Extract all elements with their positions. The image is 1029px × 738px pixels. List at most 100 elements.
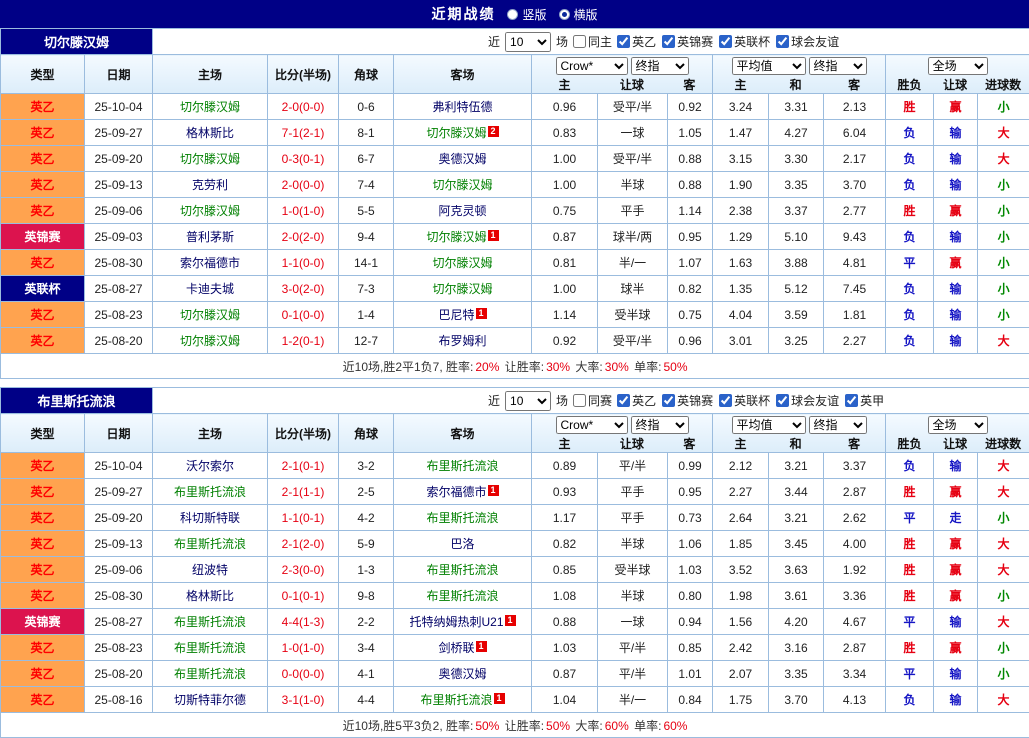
layout-radio-vertical-label: 竖版	[522, 6, 546, 23]
radio-selected-icon[interactable]	[559, 9, 570, 20]
red-card-badge: 1	[476, 308, 487, 319]
team-link[interactable]: 弗利特伍德	[433, 100, 493, 114]
team-link[interactable]: 托特纳姆热刺U21	[410, 615, 504, 629]
team-link[interactable]: 布里斯托流浪	[427, 589, 499, 603]
team-link[interactable]: 卡迪夫城	[186, 282, 234, 296]
same-venue-filter[interactable]: 同赛	[573, 392, 612, 409]
team-link[interactable]: 巴洛	[451, 537, 475, 551]
team-link[interactable]: 切尔滕汉姆	[433, 178, 493, 192]
team-link[interactable]: 布里斯托流浪	[174, 537, 246, 551]
team-link[interactable]: 切尔滕汉姆	[180, 152, 240, 166]
team-link[interactable]: 格林斯比	[186, 589, 234, 603]
team-link[interactable]: 布里斯托流浪	[174, 485, 246, 499]
league-filter[interactable]: 英乙	[617, 33, 656, 50]
league-filters: 英乙英锦赛英联杯球会友谊英甲	[617, 392, 884, 409]
team-link[interactable]: 格林斯比	[186, 126, 234, 140]
euro-avg-select[interactable]: 平均值	[732, 57, 806, 75]
asian-handicap-cell: 半球	[598, 172, 668, 198]
team-link[interactable]: 切尔滕汉姆	[180, 100, 240, 114]
match-count-select[interactable]: 10	[505, 391, 551, 411]
euro-draw-odds-cell: 3.21	[769, 505, 824, 531]
summary-row: 近10场,胜2平1负7, 胜率:20% 让胜率:30% 大率:30% 单率:50…	[1, 354, 1029, 379]
col-header-asia-away: 客	[667, 76, 712, 93]
team-link[interactable]: 巴尼特	[439, 308, 475, 322]
team-link[interactable]: 布里斯托流浪	[427, 511, 499, 525]
home-team-cell: 布里斯托流浪	[153, 661, 268, 687]
team-link[interactable]: 布里斯托流浪	[427, 563, 499, 577]
col-header-asia-home: 主	[532, 76, 597, 93]
team-link[interactable]: 阿克灵顿	[439, 204, 487, 218]
odds-time-select[interactable]: 终指	[631, 57, 689, 75]
euro-time-select[interactable]: 终指	[809, 416, 867, 434]
team-link[interactable]: 纽波特	[192, 563, 228, 577]
team-link[interactable]: 布里斯托流浪	[174, 667, 246, 681]
match-date-cell: 25-08-27	[85, 276, 153, 302]
layout-radio-vertical[interactable]: 竖版	[507, 6, 546, 23]
same-venue-checkbox[interactable]	[573, 394, 586, 407]
league-filter[interactable]: 球会友谊	[776, 392, 839, 409]
col-header-euro-away: 客	[823, 435, 885, 452]
odds-company-select[interactable]: Crow*	[556, 416, 628, 434]
league-filter[interactable]: 英锦赛	[662, 33, 713, 50]
team-link[interactable]: 剑桥联	[439, 641, 475, 655]
league-filter[interactable]: 英联杯	[719, 33, 770, 50]
team-link[interactable]: 科切斯特联	[180, 511, 240, 525]
league-filter[interactable]: 英甲	[845, 392, 884, 409]
near-label: 近	[488, 392, 500, 409]
team-link[interactable]: 切尔滕汉姆	[180, 204, 240, 218]
score-cell: 2-0(0-0)	[268, 94, 339, 120]
team-link[interactable]: 布里斯托流浪	[427, 459, 499, 473]
euro-avg-select[interactable]: 平均值	[732, 416, 806, 434]
team-link[interactable]: 克劳利	[192, 178, 228, 192]
odds-time-select[interactable]: 终指	[631, 416, 689, 434]
league-filter-checkbox[interactable]	[719, 35, 732, 48]
team-link[interactable]: 切尔滕汉姆	[427, 230, 487, 244]
goals-result-cell: 小	[978, 276, 1029, 302]
league-filter[interactable]: 英联杯	[719, 392, 770, 409]
league-filter[interactable]: 球会友谊	[776, 33, 839, 50]
team-link[interactable]: 沃尔索尔	[186, 459, 234, 473]
league-filter-checkbox[interactable]	[662, 394, 675, 407]
team-link[interactable]: 奥德汉姆	[439, 667, 487, 681]
same-venue-filter[interactable]: 同主	[573, 33, 612, 50]
layout-radio-horizontal[interactable]: 横版	[559, 6, 598, 23]
league-filter-checkbox[interactable]	[776, 394, 789, 407]
league-filter-checkbox[interactable]	[617, 35, 630, 48]
team-link[interactable]: 布里斯托流浪	[174, 615, 246, 629]
match-count-select[interactable]: 10	[505, 32, 551, 52]
odds-company-select[interactable]: Crow*	[556, 57, 628, 75]
scope-select[interactable]: 全场	[928, 416, 988, 434]
league-filter-checkbox[interactable]	[617, 394, 630, 407]
scope-select[interactable]: 全场	[928, 57, 988, 75]
league-filter-checkbox[interactable]	[719, 394, 732, 407]
same-venue-checkbox[interactable]	[573, 35, 586, 48]
league-filter[interactable]: 英锦赛	[662, 392, 713, 409]
asian-home-odds-cell: 0.92	[532, 328, 598, 354]
team-link[interactable]: 奥德汉姆	[439, 152, 487, 166]
match-date-cell: 25-08-30	[85, 583, 153, 609]
euro-home-odds-cell: 1.75	[713, 687, 769, 713]
team-link[interactable]: 切斯特菲尔德	[174, 693, 246, 707]
euro-home-odds-cell: 1.63	[713, 250, 769, 276]
euro-draw-odds-cell: 3.35	[769, 172, 824, 198]
team-link[interactable]: 切尔滕汉姆	[433, 282, 493, 296]
team-link[interactable]: 切尔滕汉姆	[433, 256, 493, 270]
euro-time-select[interactable]: 终指	[809, 57, 867, 75]
league-filter-checkbox[interactable]	[776, 35, 789, 48]
team-link[interactable]: 切尔滕汉姆	[427, 126, 487, 140]
league-filter[interactable]: 英乙	[617, 392, 656, 409]
team-link[interactable]: 布罗姆利	[439, 334, 487, 348]
team-link[interactable]: 索尔福德市	[427, 485, 487, 499]
team-link[interactable]: 普利茅斯	[186, 230, 234, 244]
team-link[interactable]: 切尔滕汉姆	[180, 334, 240, 348]
asian-home-odds-cell: 1.03	[532, 635, 598, 661]
team-link[interactable]: 索尔福德市	[180, 256, 240, 270]
league-filter-checkbox[interactable]	[845, 394, 858, 407]
league-filter-checkbox[interactable]	[662, 35, 675, 48]
radio-icon[interactable]	[507, 9, 518, 20]
team-link[interactable]: 布里斯托流浪	[174, 641, 246, 655]
team-link[interactable]: 切尔滕汉姆	[180, 308, 240, 322]
handicap-result-cell: 输	[934, 687, 978, 713]
col-header-wdl: 胜负	[886, 435, 933, 452]
team-link[interactable]: 布里斯托流浪	[421, 693, 493, 707]
